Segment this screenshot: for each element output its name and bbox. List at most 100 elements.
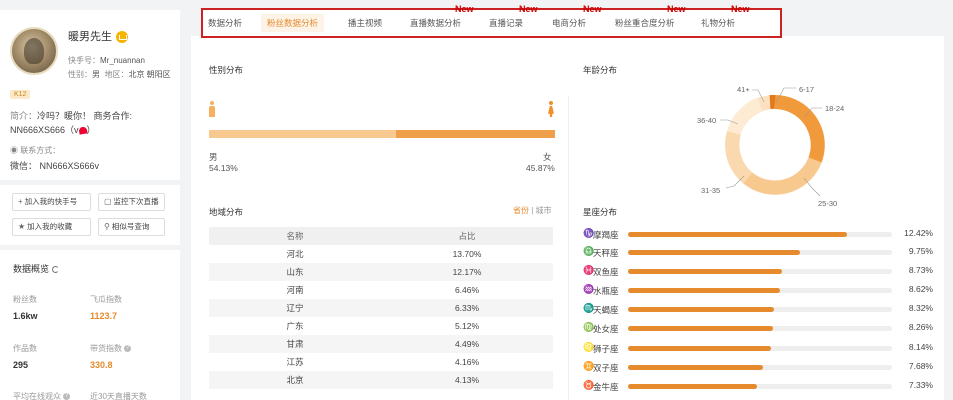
new-tag: New [731, 4, 750, 14]
zodiac-name: 水瓶座 [593, 286, 619, 296]
goods-label: 带货指数? [90, 343, 131, 354]
star-icon: ★ [18, 222, 26, 231]
age-label-41-plus: 41+ [737, 85, 750, 94]
zodiac-row: ♎ 天秤座 9.75% [583, 246, 933, 258]
overview-title-text: 数据概览 [13, 264, 50, 274]
male-label: 男 [209, 152, 218, 162]
toggle-city[interactable]: 城市 [536, 206, 552, 215]
intro-line2-b: ） [86, 125, 96, 135]
col-ratio: 占比 [458, 231, 476, 241]
add-kuaishou-label: 加入我的快手号 [24, 197, 78, 206]
profile-sidebar: 暖男先生 快手号：Mr_nuannan 性别：男 地区：北京 朝阳区 K12 简… [0, 0, 180, 400]
help-icon[interactable]: ? [124, 345, 131, 353]
similar-search-button[interactable]: ⚲ 相似号查询 [98, 218, 165, 236]
zodiac-name: 天秤座 [593, 248, 619, 258]
plus-icon: + [18, 197, 23, 206]
growth-label: 飞瓜指数 [90, 295, 122, 304]
intro-line2-a: NN666XS666（v [10, 125, 79, 135]
table-row: 辽宁 6.33% [209, 299, 553, 317]
zodiac-percent: 7.33% [908, 380, 933, 390]
region-table: 名称 占比 河北 13.70% 山东 12.17% 河南 6.46% 辽宁 6.33% … [209, 227, 553, 389]
zodiac-bar-track [628, 346, 892, 351]
add-kuaishou-button[interactable]: + 加入我的快手号 [12, 193, 91, 211]
avatar [10, 27, 58, 75]
zodiac-name: 处女座 [593, 324, 619, 334]
tab-fans-overlap[interactable]: 粉丝重合度分析 [615, 17, 675, 29]
growth-value: 1123.7 [90, 311, 118, 321]
region-label: 地区： [104, 70, 129, 79]
goods-value: 330.8 [90, 360, 113, 370]
zodiac-row: ♑ 摩羯座 12.42% [583, 228, 933, 240]
tab-gifts[interactable]: 礼物分析 [701, 17, 735, 29]
tab-ecommerce[interactable]: 电商分析 [552, 17, 586, 29]
similar-label: 相似号查询 [111, 222, 150, 231]
table-row: 江苏 4.16% [209, 353, 553, 371]
table-row: 北京 4.13% [209, 371, 553, 389]
gender-value: 男 [92, 70, 100, 79]
overview-title: 数据概览 [13, 262, 60, 275]
level-badge: K12 [10, 90, 31, 99]
id-label: 快手号： [68, 56, 100, 65]
works-value: 295 [13, 360, 29, 370]
table-header: 名称 占比 [209, 227, 553, 245]
help-icon[interactable]: ? [63, 393, 70, 400]
zodiac-name: 金牛座 [593, 382, 619, 392]
contact-icon: ◉ [10, 146, 21, 155]
new-tag: New [455, 4, 474, 14]
region-name: 北京 [286, 375, 304, 385]
tab-fans-analysis[interactable]: 粉丝数据分析 [261, 14, 325, 32]
female-percent: 45.87% [526, 163, 555, 173]
gender-label: 性别： [68, 70, 92, 79]
actions-card: + 加入我的快手号 ▢ 监控下次直播 ★ 加入我的收藏 ⚲ 相似号查询 [0, 185, 180, 245]
zodiac-name: 天蝎座 [593, 305, 619, 315]
zodiac-name: 双鱼座 [593, 267, 619, 277]
zodiac-bar-track [628, 232, 892, 237]
age-label-36-40: 36-40 [697, 116, 717, 125]
toggle-province[interactable]: 省份 [513, 206, 529, 215]
age-segment-31-35 [725, 131, 753, 184]
region-name: 辽宁 [286, 303, 304, 313]
zodiac-bar-track [628, 365, 892, 370]
monitor-live-button[interactable]: ▢ 监控下次直播 [98, 193, 165, 211]
fans-value: 1.6kw [13, 311, 38, 321]
goods-label-text: 带货指数 [90, 344, 122, 353]
zodiac-name: 摩羯座 [593, 230, 619, 240]
zodiac-percent: 8.32% [908, 303, 933, 313]
zodiac-bar-fill [628, 346, 772, 351]
tab-videos[interactable]: 播主视频 [348, 17, 382, 29]
table-row: 河南 6.46% [209, 281, 553, 299]
kuaishou-id: 快手号：Mr_nuannan [68, 55, 145, 66]
zodiac-percent: 7.68% [908, 361, 933, 371]
age-label-25-30: 25-30 [818, 199, 838, 208]
table-row: 甘肃 4.49% [209, 335, 553, 353]
zodiac-bar-fill [628, 250, 800, 255]
age-donut [720, 87, 825, 197]
tab-data-analysis[interactable]: 数据分析 [208, 17, 242, 29]
zodiac-bar-fill [628, 232, 847, 237]
zodiac-name: 双子座 [593, 363, 619, 373]
region-value: 北京 朝阳区 [128, 70, 171, 79]
zodiac-percent: 8.26% [908, 322, 933, 332]
region-ratio: 13.70% [452, 249, 482, 259]
fans-label: 粉丝数 [13, 295, 37, 304]
region-name: 江苏 [286, 357, 304, 367]
region-name: 河北 [286, 249, 304, 259]
refresh-icon[interactable] [52, 266, 60, 274]
tab-live-analysis[interactable]: 直播数据分析 [410, 17, 461, 29]
zodiac-bar-fill [628, 307, 775, 312]
region-name: 河南 [286, 285, 304, 295]
zodiac-bar-track [628, 250, 892, 255]
add-favorite-button[interactable]: ★ 加入我的收藏 [12, 218, 91, 236]
online-label-text: 平均在线观众 [13, 392, 61, 400]
age-label-6-17: 6-17 [799, 85, 815, 94]
zodiac-bar-track [628, 384, 892, 389]
column-divider [568, 96, 569, 400]
heart-icon [77, 126, 88, 135]
region-section-title: 地域分布 [209, 207, 244, 217]
zodiac-section-title: 星座分布 [583, 207, 618, 217]
region-toggle: 省份 | 城市 [513, 206, 552, 215]
new-tag: New [667, 4, 686, 14]
tab-live-records[interactable]: 直播记录 [489, 17, 523, 29]
intro-text: 冷吗？暖你！ 商务合作: [37, 111, 133, 121]
zodiac-percent: 12.42% [904, 228, 933, 238]
